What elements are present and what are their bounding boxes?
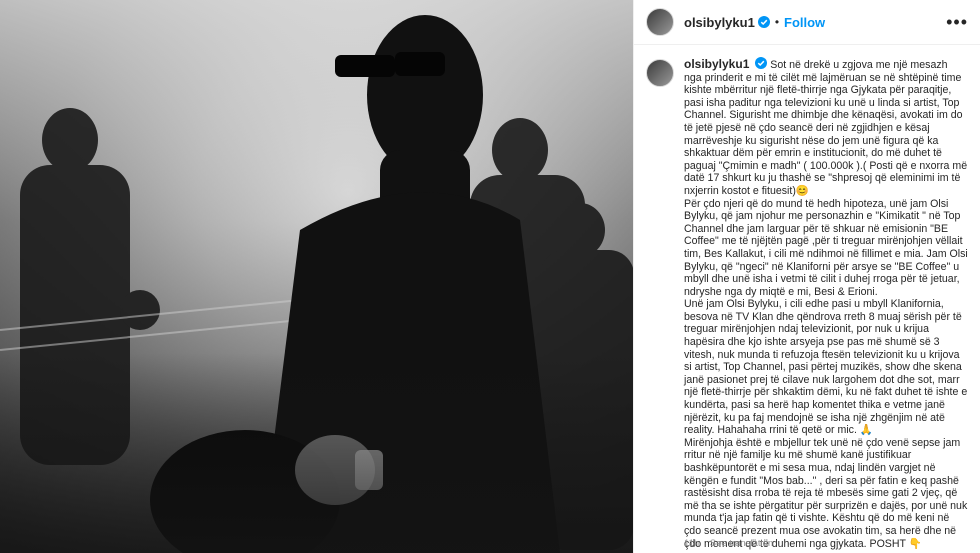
caption-paragraph: Sot në drekë u zgjova me një mesazh nga … xyxy=(684,59,968,197)
time-ago: 11h xyxy=(684,538,700,549)
separator-dot: • xyxy=(774,15,780,29)
caption-paragraph: Unë jam Olsi Bylyku, i cili edhe pasi u … xyxy=(684,298,968,437)
see-translation-link[interactable]: See translation xyxy=(710,538,773,549)
caption-paragraph: Për çdo njeri që do mund të hedh hipotez… xyxy=(684,197,968,298)
verified-badge-icon xyxy=(757,16,770,28)
more-options-icon[interactable]: ••• xyxy=(946,12,968,33)
post-photo[interactable] xyxy=(0,0,633,553)
post-meta: 11h See translation xyxy=(684,538,781,549)
caption-paragraph: Mirënjohja është e mbjellur tek unë në ç… xyxy=(684,436,968,550)
verified-badge-icon xyxy=(755,57,768,69)
avatar[interactable] xyxy=(646,8,674,36)
caption-username[interactable]: olsibylyku1 xyxy=(684,57,749,71)
caption-avatar[interactable] xyxy=(646,59,674,87)
header-username[interactable]: olsibylyku1 xyxy=(684,15,755,30)
post-container: olsibylyku1 • Follow ••• olsibylyku1 Sot… xyxy=(0,0,980,553)
post-caption: olsibylyku1 Sot në drekë u zgjova me një… xyxy=(684,57,968,550)
post-header: olsibylyku1 • Follow ••• xyxy=(634,0,980,45)
follow-button[interactable]: Follow xyxy=(784,15,825,30)
post-side-panel: olsibylyku1 • Follow ••• olsibylyku1 Sot… xyxy=(633,0,980,553)
caption-block: olsibylyku1 Sot në drekë u zgjova me një… xyxy=(634,45,980,550)
